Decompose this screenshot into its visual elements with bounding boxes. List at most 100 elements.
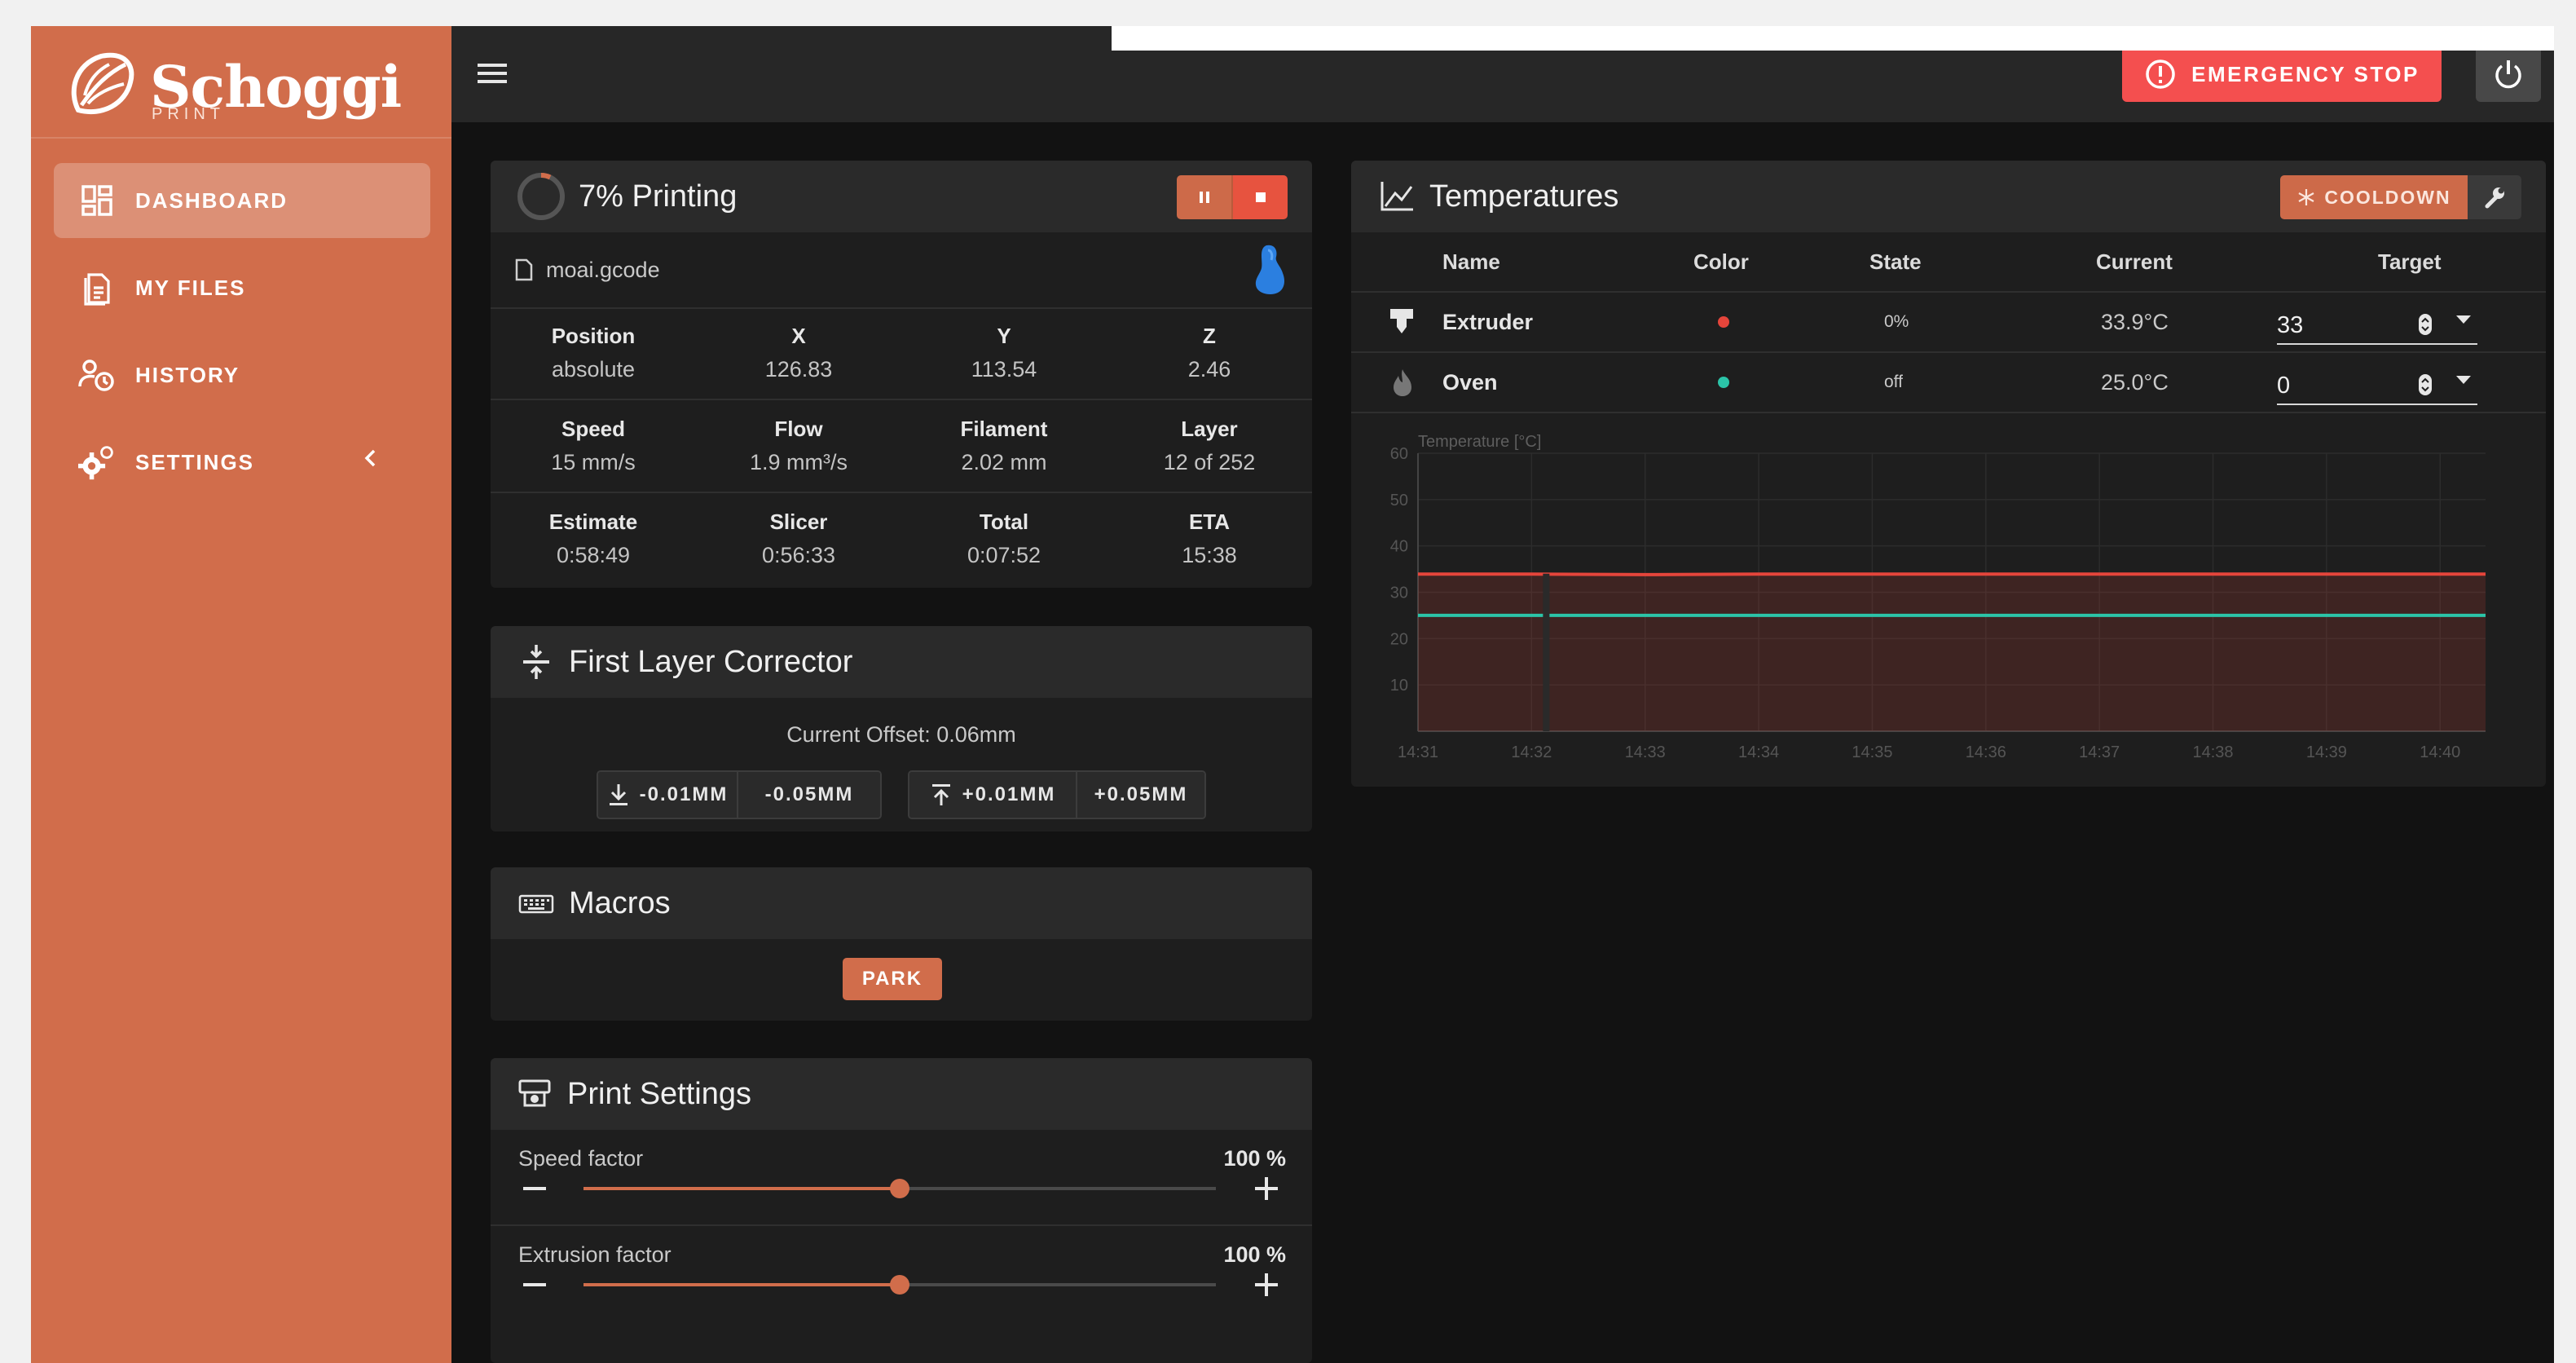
stat-label: ETA — [1188, 509, 1231, 534]
print-settings-header: Print Settings — [491, 1058, 1312, 1130]
stat-label: Layer — [1181, 417, 1238, 441]
oven-target-input[interactable]: 0 — [2277, 363, 2477, 405]
stepper-icon[interactable] — [2417, 373, 2433, 397]
temperatures-header: Temperatures COOLDOWN — [1351, 161, 2546, 232]
first-layer-header: First Layer Corrector — [491, 626, 1312, 698]
column-header-name: Name — [1442, 249, 1500, 274]
progress-ring-icon — [517, 173, 565, 220]
stats-row-flow: Speed 15 mm/s Flow 1.9 mm³/s Filament 2.02 … — [491, 400, 1312, 493]
offset-down-large-button[interactable]: -0.05MM — [737, 772, 880, 818]
stat-label: Flow — [774, 417, 823, 441]
power-button[interactable] — [2476, 46, 2541, 102]
sidebar-item-dashboard[interactable]: DASHBOARD — [54, 163, 430, 238]
extrusion-increase-button[interactable] — [1255, 1273, 1278, 1296]
sidebar-item-label: MY FILES — [135, 275, 246, 300]
x-tick-label: 14:32 — [1511, 743, 1552, 761]
extrusion-factor-label: Extrusion factor — [518, 1242, 672, 1267]
speed-factor-control: Speed factor 100 % — [491, 1130, 1312, 1226]
offset-up-large-button[interactable]: +0.05MM — [1076, 772, 1204, 818]
cocoa-bean-logo-icon — [71, 52, 134, 115]
temperature-chart[interactable]: Temperature [°C] 10 20 30 40 50 60 14:31 14:32 14… — [1351, 432, 2546, 774]
stepper-icon[interactable] — [2417, 312, 2433, 337]
x-tick-label: 14:40 — [2420, 743, 2460, 761]
color-indicator[interactable] — [1718, 353, 1729, 412]
logo[interactable]: Schoggi PRINT — [60, 42, 419, 132]
park-button[interactable]: PARK — [843, 958, 942, 1000]
x-tick-label: 14:36 — [1966, 743, 2006, 761]
first-layer-corrector-card: First Layer Corrector Current Offset: 0.… — [491, 626, 1312, 831]
stat-value: 0:58:49 — [556, 543, 631, 567]
y-tick-label: 40 — [1390, 538, 1408, 556]
offset-up-small-button[interactable]: +0.01MM — [909, 772, 1076, 818]
stat-label: Filament — [960, 417, 1048, 441]
heater-state: 0% — [1884, 312, 1909, 331]
current-offset-text: Current Offset: 0.06mm — [786, 722, 1016, 747]
cooldown-label: COOLDOWN — [2324, 186, 2451, 208]
x-tick-label: 14:33 — [1625, 743, 1666, 761]
offset-down-small-button[interactable]: -0.01MM — [598, 772, 737, 818]
arrow-up-icon — [931, 784, 950, 805]
x-tick-label: 14:31 — [1398, 743, 1438, 761]
y-axis-title: Temperature [°C] — [1418, 433, 1541, 451]
macros-card: Macros PARK — [491, 867, 1312, 1021]
stat-value: 113.54 — [971, 357, 1037, 382]
logo-subtitle: PRINT — [152, 105, 225, 123]
color-indicator[interactable] — [1718, 293, 1729, 351]
pause-icon — [1199, 192, 1209, 203]
speed-slider-fill — [583, 1187, 900, 1190]
dropdown-arrow-icon[interactable] — [2455, 314, 2473, 325]
x-tick-label: 14:38 — [2193, 743, 2234, 761]
file-name: moai.gcode — [546, 257, 660, 282]
temperature-settings-button[interactable] — [2468, 175, 2521, 219]
extrusion-factor-slider[interactable] — [583, 1275, 1216, 1295]
chevron-left-icon[interactable] — [362, 446, 378, 470]
speed-increase-button[interactable] — [1255, 1177, 1278, 1200]
emergency-stop-button[interactable]: EMERGENCY STOP — [2122, 46, 2442, 102]
dashboard-icon — [78, 182, 116, 219]
history-icon — [78, 356, 116, 394]
sidebar-item-settings[interactable]: SETTINGS — [54, 425, 430, 500]
stats-row-position: Position absolute X 126.83 Y 113.54 Z 2.46 — [491, 307, 1312, 400]
print-control-buttons — [1177, 175, 1288, 219]
fire-icon — [1390, 353, 1415, 412]
x-tick-label: 14:37 — [2079, 743, 2120, 761]
extrusion-factor-control: Extrusion factor 100 % — [491, 1226, 1312, 1321]
offset-up-buttons: +0.01MM +0.05MM — [908, 770, 1206, 819]
stat-label: X — [791, 324, 806, 348]
dropdown-arrow-icon[interactable] — [2455, 374, 2473, 386]
extrusion-slider-thumb[interactable] — [890, 1275, 909, 1295]
model-thumbnail-icon[interactable] — [1250, 242, 1291, 296]
sidebar-divider — [31, 137, 451, 139]
wrench-icon — [2485, 187, 2504, 209]
extrusion-factor-value: 100 % — [1223, 1242, 1286, 1267]
emergency-stop-label: EMERGENCY STOP — [2191, 61, 2420, 86]
speed-factor-slider[interactable] — [583, 1179, 1216, 1198]
table-row: Oven off 25.0°C 0 — [1351, 353, 2546, 413]
stop-icon — [1255, 192, 1266, 202]
offset-up-large-label: +0.05MM — [1094, 783, 1188, 805]
pause-button[interactable] — [1177, 175, 1233, 219]
extruder-target-input[interactable]: 33 — [2277, 302, 2477, 345]
x-tick-label: 14:39 — [2306, 743, 2347, 761]
print-settings-card: Print Settings Speed factor 100 % Extrus… — [491, 1058, 1312, 1363]
column-header-target: Target — [2378, 249, 2442, 274]
cooldown-button[interactable]: COOLDOWN — [2280, 175, 2468, 219]
sidebar-item-history[interactable]: HISTORY — [54, 337, 430, 412]
column-header-state: State — [1869, 249, 1922, 274]
sidebar-item-my-files[interactable]: MY FILES — [54, 250, 430, 325]
hamburger-menu-icon[interactable] — [476, 59, 509, 88]
settings-icon — [78, 443, 116, 481]
speed-decrease-button[interactable] — [523, 1187, 546, 1190]
speed-slider-thumb[interactable] — [890, 1179, 909, 1198]
print-status-title: 7% Printing — [579, 179, 738, 214]
file-row: moai.gcode — [491, 232, 1312, 309]
offset-down-small-label: -0.01MM — [639, 783, 729, 805]
park-label: PARK — [861, 968, 923, 990]
heater-name: Extruder — [1442, 309, 1534, 334]
extrusion-decrease-button[interactable] — [523, 1283, 546, 1286]
stat-value: 0:56:33 — [761, 543, 836, 567]
print-settings-title: Print Settings — [567, 1076, 751, 1111]
stat-value: 1.9 mm³/s — [749, 450, 848, 474]
z-offset-icon — [523, 645, 549, 679]
stop-button[interactable] — [1233, 175, 1288, 219]
